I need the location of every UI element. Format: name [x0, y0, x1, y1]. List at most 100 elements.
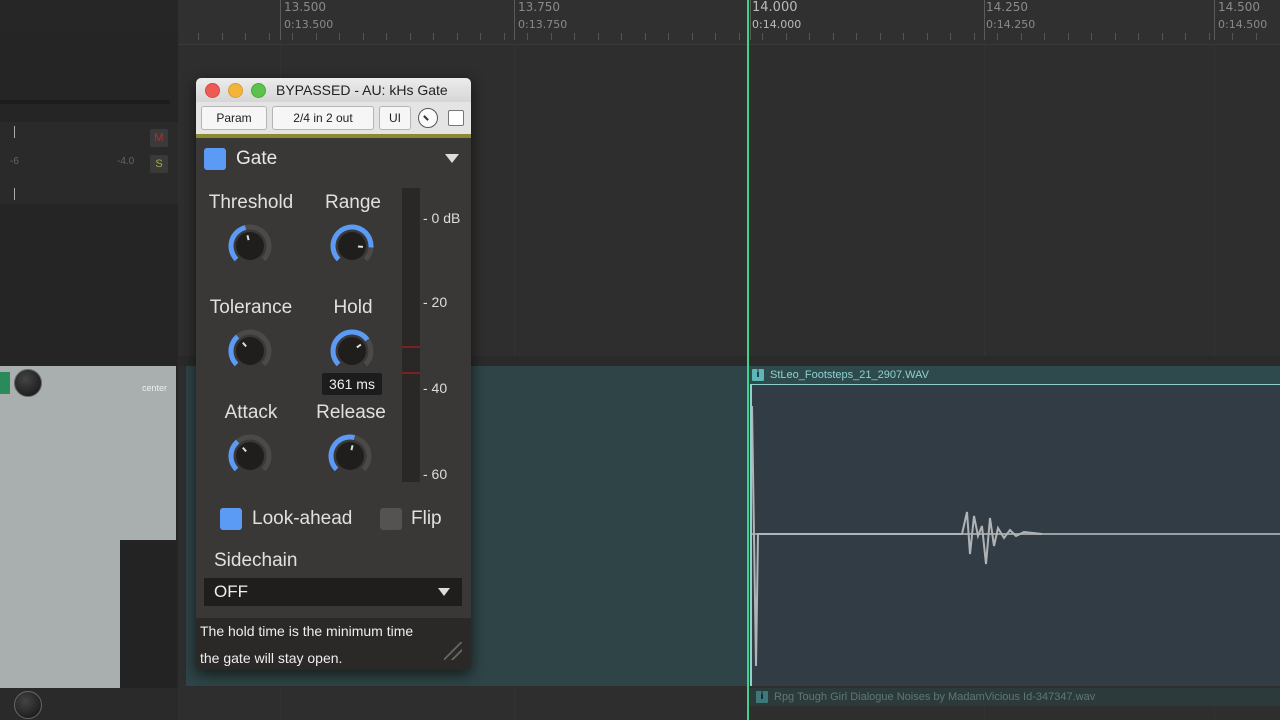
meter-label-0db: - 0 dB: [423, 210, 461, 226]
threshold-knob[interactable]: [227, 223, 273, 269]
ruler-minor-tick: [245, 33, 246, 40]
ruler-major-tick: [280, 0, 281, 40]
ui-button[interactable]: UI: [379, 106, 411, 130]
sidechain-select[interactable]: OFF: [204, 578, 462, 606]
ruler-minor-tick: [1185, 33, 1186, 40]
media-item[interactable]: [750, 366, 1280, 686]
ruler-minor-tick: [527, 33, 528, 40]
tcp-divider: [0, 100, 170, 104]
ruler-minor-tick: [950, 33, 951, 40]
ruler-bar-label: 13.750: [518, 0, 560, 14]
ruler-minor-tick: [927, 33, 928, 40]
meter-label-20: - 20: [423, 294, 448, 310]
module-name: Gate: [236, 148, 278, 169]
wet-knob-icon[interactable]: [418, 108, 438, 128]
range-label: Range: [325, 192, 381, 213]
gate-meter: [402, 188, 420, 482]
flip-label: Flip: [411, 508, 442, 529]
tolerance-label: Tolerance: [209, 297, 293, 318]
solo-button[interactable]: S: [150, 155, 168, 173]
track1-pan-value: -6: [10, 156, 19, 167]
ruler-minor-tick: [903, 33, 904, 40]
waveform: [752, 405, 1280, 667]
ruler-bar-label: 14.500: [1218, 0, 1260, 14]
ruler-minor-tick: [715, 33, 716, 40]
ruler-minor-tick: [457, 33, 458, 40]
io-routing-button[interactable]: 2/4 in 2 out: [272, 106, 374, 130]
tolerance-knob[interactable]: [227, 328, 273, 374]
item-info-icon[interactable]: i: [756, 691, 768, 703]
plugin-title: BYPASSED - AU: kHs Gate: [276, 82, 448, 98]
ruler-major-tick: [984, 0, 985, 40]
hold-value-tooltip: 361 ms: [322, 373, 382, 395]
ruler-minor-tick: [692, 33, 693, 40]
playhead[interactable]: [747, 0, 749, 720]
track1-volume-value: -4.0: [117, 156, 135, 167]
plugin-toolbar: Param 2/4 in 2 out UI: [196, 102, 471, 138]
sidechain-label: Sidechain: [214, 550, 298, 571]
ruler-minor-tick: [598, 33, 599, 40]
mute-button[interactable]: M: [150, 129, 168, 147]
ruler-major-tick: [514, 0, 515, 40]
track2-volume-knob[interactable]: [14, 369, 42, 397]
ruler-bar-label: 14.000: [752, 0, 798, 15]
lookahead-checkbox[interactable]: [220, 508, 242, 530]
ruler-minor-tick: [1021, 33, 1022, 40]
ruler-major-tick: [750, 0, 751, 40]
range-knob[interactable]: [329, 223, 375, 269]
ruler-minor-tick: [339, 33, 340, 40]
sidechain-value: OFF: [214, 582, 248, 601]
ruler-minor-tick: [1209, 33, 1210, 40]
hold-knob[interactable]: [329, 328, 375, 374]
ruler-minor-tick: [292, 33, 293, 40]
track2-panel-shade: [120, 540, 176, 688]
ruler-time-label: 0:14.250: [986, 18, 1036, 31]
meter-marker: [402, 372, 420, 374]
gate-enable-checkbox[interactable]: [204, 148, 226, 170]
ruler-minor-tick: [1256, 33, 1257, 40]
track3-volume-knob[interactable]: [14, 691, 42, 719]
track1-mark-bottom: [14, 188, 15, 200]
media-item-name: StLeo_Footsteps_21_2907.WAV: [770, 369, 929, 381]
item-info-icon[interactable]: i: [752, 369, 764, 381]
tcp-header: [0, 0, 178, 34]
ruler-time-label: 0:14.500: [1218, 18, 1268, 31]
help-line: The hold time is the minimum time: [200, 623, 414, 639]
ruler-minor-tick: [739, 33, 740, 40]
ruler-minor-tick: [809, 33, 810, 40]
zoom-button[interactable]: [251, 83, 266, 98]
track1-mark-top: [14, 126, 15, 138]
ruler-major-tick: [1214, 0, 1215, 40]
ruler-minor-tick: [433, 33, 434, 40]
ruler-minor-tick: [551, 33, 552, 40]
ruler-minor-tick: [386, 33, 387, 40]
close-button[interactable]: [205, 83, 220, 98]
ruler-minor-tick: [668, 33, 669, 40]
resize-grip-icon[interactable]: [444, 642, 462, 660]
help-description: The hold time is the minimum time the ga…: [196, 618, 471, 670]
attack-knob[interactable]: [227, 433, 273, 479]
ruler-minor-tick: [997, 33, 998, 40]
flip-checkbox[interactable]: [380, 508, 402, 530]
track2-pan-label: center: [142, 383, 168, 393]
ruler-bar-label: 13.500: [284, 0, 326, 14]
ruler-minor-tick: [1044, 33, 1045, 40]
ruler-minor-tick: [645, 33, 646, 40]
ruler-minor-tick: [1091, 33, 1092, 40]
chevron-down-icon: [438, 588, 450, 596]
release-knob[interactable]: [327, 433, 373, 479]
param-button[interactable]: Param: [201, 106, 267, 130]
ruler-minor-tick: [316, 33, 317, 40]
ruler-minor-tick: [480, 33, 481, 40]
ruler-bar-label: 14.250: [986, 0, 1028, 14]
minimize-button[interactable]: [228, 83, 243, 98]
timeline-ruler[interactable]: 13.500 0:13.500 13.750 0:13.750 14.000 0…: [178, 0, 1280, 45]
plugin-title-bar[interactable]: BYPASSED - AU: kHs Gate: [196, 78, 471, 102]
threshold-label: Threshold: [208, 192, 294, 213]
bypass-checkbox[interactable]: [448, 110, 464, 126]
ruler-minor-tick: [269, 33, 270, 40]
ruler-minor-tick: [1162, 33, 1163, 40]
track2-meter: [0, 372, 10, 394]
module-menu-chevron-icon[interactable]: [445, 154, 459, 163]
hold-label: Hold: [333, 297, 373, 318]
